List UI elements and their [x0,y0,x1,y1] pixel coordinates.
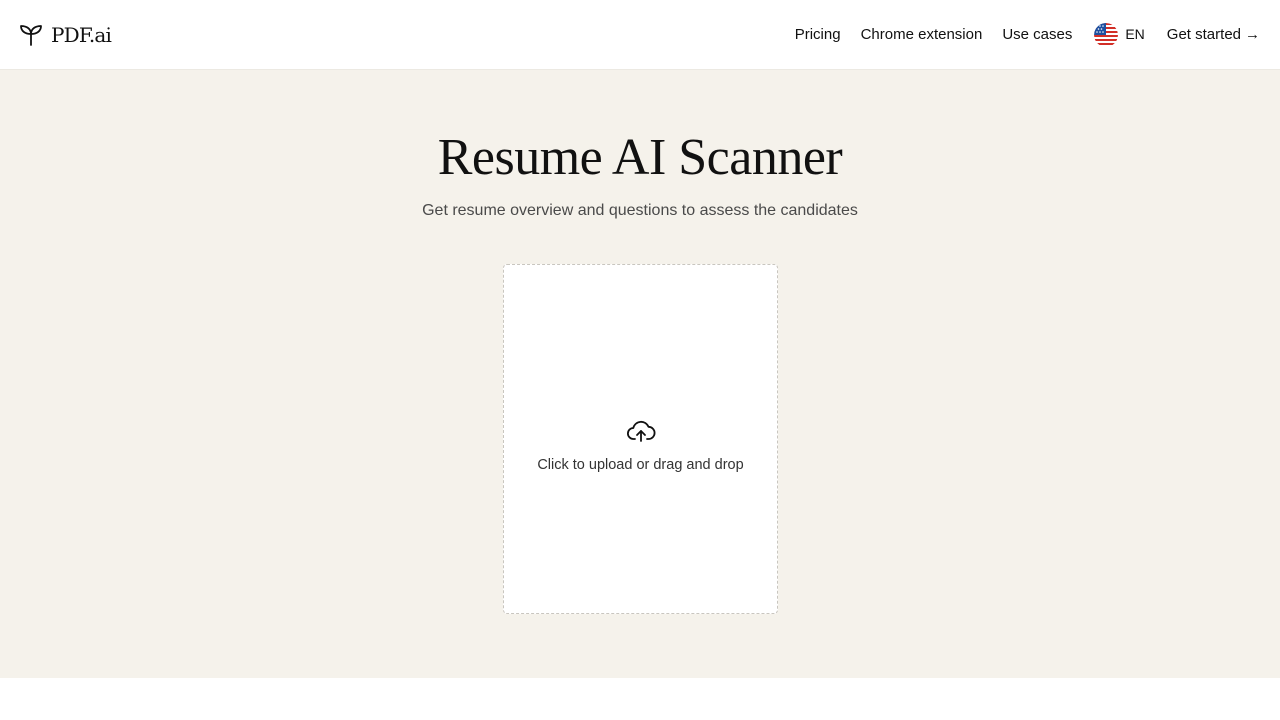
hero-section: Resume AI Scanner Get resume overview an… [0,70,1280,678]
nav-pricing[interactable]: Pricing [795,26,841,43]
us-flag-icon [1094,22,1119,47]
page-title: Resume AI Scanner [437,129,843,186]
arrow-right-icon: → [1245,26,1260,43]
get-started-label: Get started [1166,26,1241,43]
cloud-upload-icon [626,420,655,442]
get-started-button[interactable]: Get started → [1167,26,1260,43]
logo-text: PDF.ai [51,22,112,47]
nav-chrome-extension[interactable]: Chrome extension [861,26,983,43]
logo[interactable]: PDF.ai [19,22,112,47]
upload-instructions: Click to upload or drag and drop [537,456,744,473]
upload-dropzone[interactable]: Click to upload or drag and drop [503,264,778,614]
sprout-logo-icon [20,24,42,46]
nav-use-cases[interactable]: Use cases [1002,26,1072,43]
main-nav: Pricing Chrome extension Use cases EN Ge… [795,22,1260,47]
language-selector[interactable]: EN [1094,22,1145,47]
language-code: EN [1125,25,1145,42]
page-subtitle: Get resume overview and questions to ass… [422,202,858,219]
site-header: PDF.ai Pricing Chrome extension Use case… [0,0,1280,70]
